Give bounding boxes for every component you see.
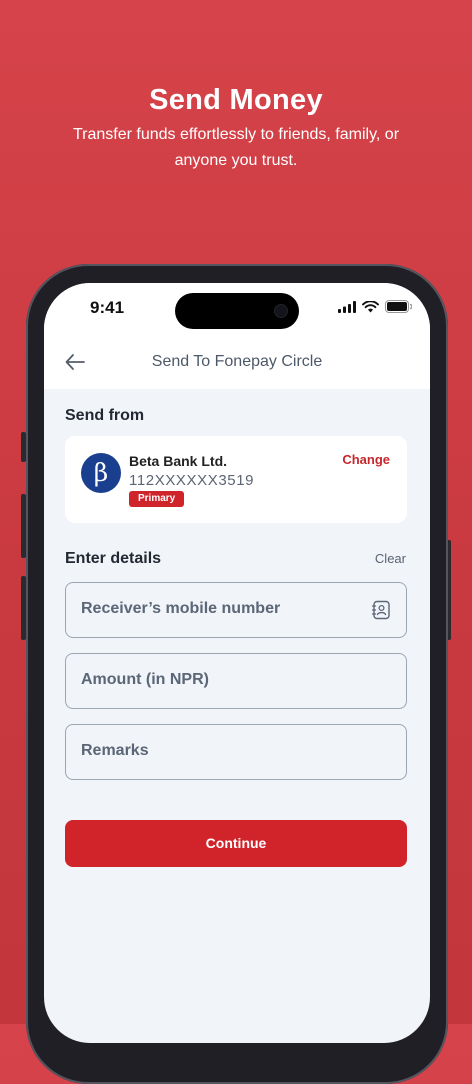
- wifi-icon: [362, 300, 379, 312]
- send-from-label: Send from: [65, 407, 145, 424]
- amount-placeholder: Amount (in NPR): [81, 671, 209, 688]
- remarks-field[interactable]: Remarks: [65, 724, 407, 780]
- primary-badge: Primary: [129, 491, 185, 507]
- clear-button[interactable]: Clear: [375, 551, 406, 566]
- remarks-placeholder: Remarks: [81, 742, 149, 759]
- enter-details-label: Enter details: [65, 550, 162, 567]
- amount-field[interactable]: Amount (in NPR): [65, 653, 407, 709]
- bank-logo: β: [81, 453, 121, 493]
- status-bar: 9:41: [44, 283, 430, 343]
- dynamic-island: [175, 293, 299, 329]
- receiver-mobile-placeholder: Receiver’s mobile number: [81, 600, 281, 617]
- status-time: 9:41: [90, 298, 125, 317]
- signal-icon: [338, 300, 356, 313]
- promo-title: Send Money: [149, 84, 323, 116]
- page-title: Send To Fonepay Circle: [151, 353, 323, 370]
- source-account-card: β Beta Bank Ltd. 112XXXXXX3519 Primary C…: [65, 436, 407, 523]
- change-account-link[interactable]: Change: [342, 452, 390, 467]
- contact-book-icon[interactable]: [371, 600, 391, 620]
- camera-icon: [275, 305, 287, 317]
- promo-screen: { "promo": { "title": "Send Money", "sub…: [0, 0, 472, 1084]
- account-number: 112XXXXXX3519: [129, 472, 255, 489]
- app-screen: 9:41 Send To Fonepay Circle Send from β …: [44, 283, 430, 1043]
- battery-icon: [385, 300, 412, 313]
- status-icons: [338, 300, 412, 313]
- nav-bar: Send To Fonepay Circle: [44, 343, 430, 389]
- promo-subtitle: Transfer funds effortlessly to friends, …: [72, 126, 400, 169]
- bank-name: Beta Bank Ltd.: [129, 453, 228, 469]
- continue-button[interactable]: Continue: [65, 820, 407, 867]
- receiver-mobile-field[interactable]: Receiver’s mobile number: [65, 582, 407, 638]
